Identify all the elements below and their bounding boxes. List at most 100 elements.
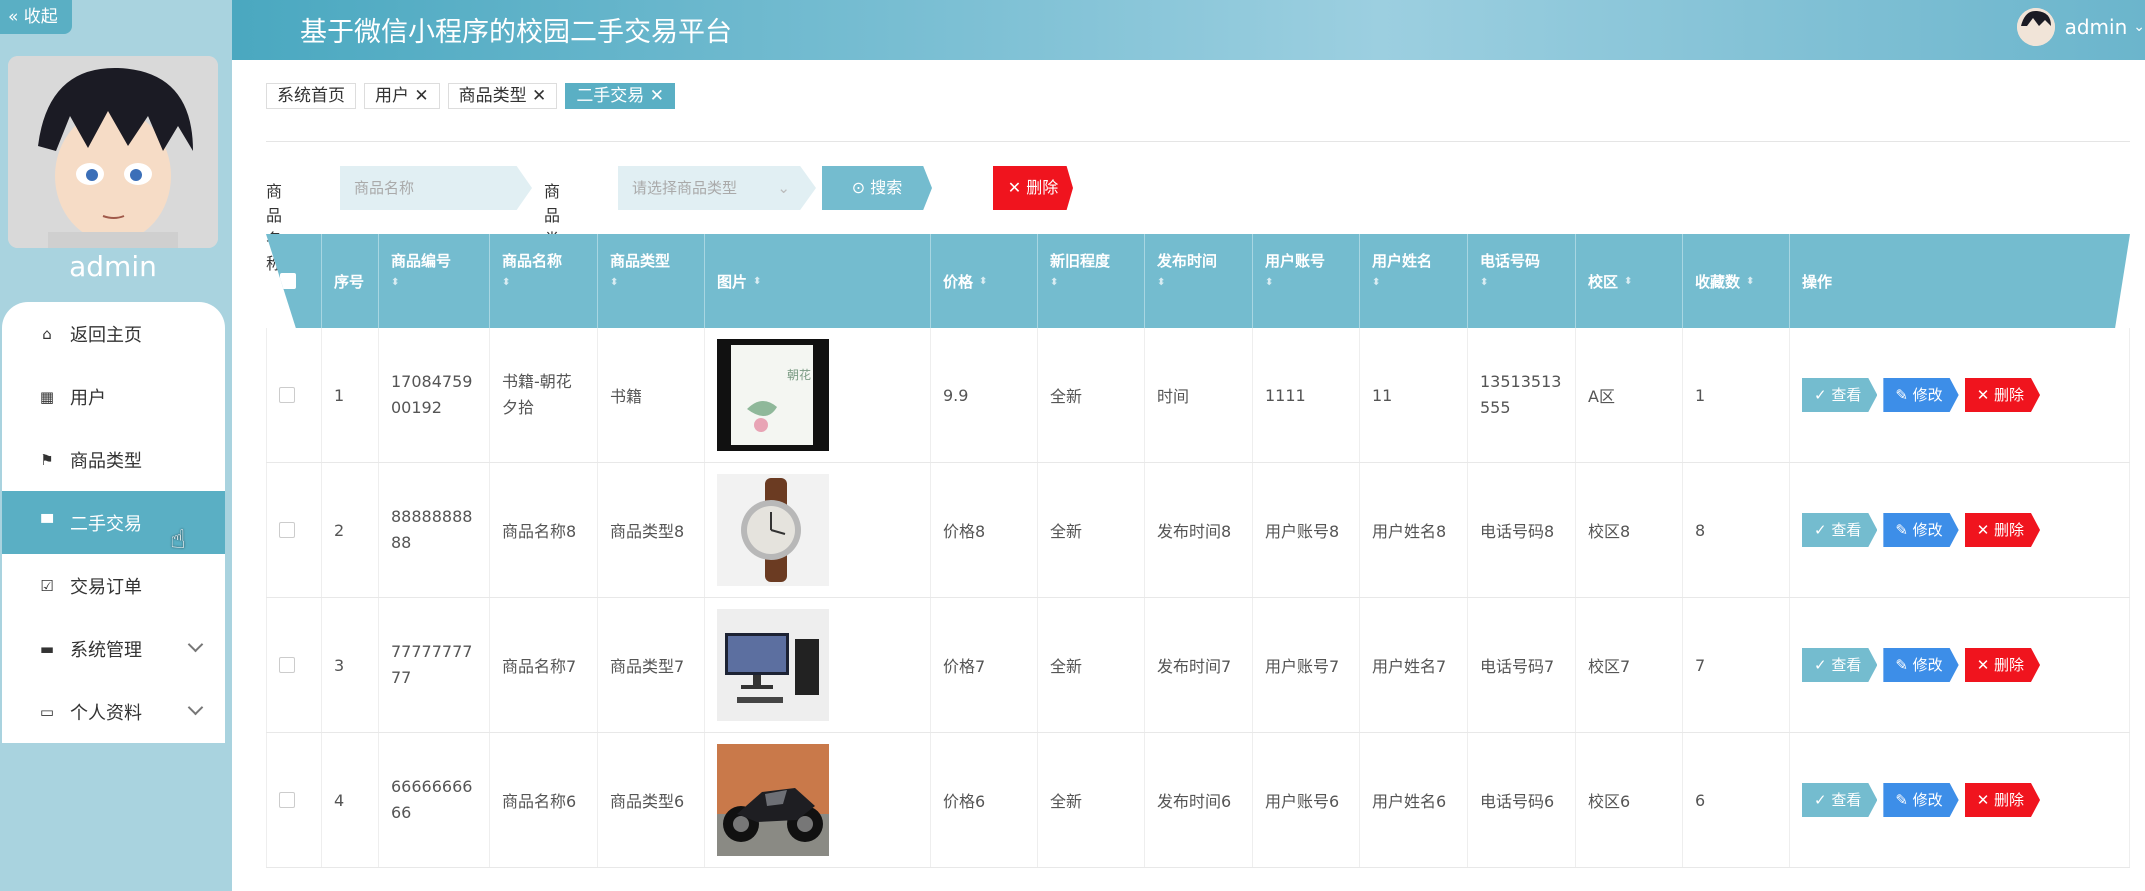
cell-image: [705, 598, 931, 732]
delete-button[interactable]: ✕ 删除: [1964, 378, 2041, 412]
home-icon: ⌂: [42, 324, 52, 343]
sidebar-username: admin: [69, 250, 157, 283]
sort-icon[interactable]: ⬍: [979, 276, 987, 287]
edit-button[interactable]: ✎ 修改: [1883, 648, 1959, 682]
edit-button[interactable]: ✎ 修改: [1883, 783, 1959, 817]
cell-image: [705, 463, 931, 597]
cell-name: 商品名称6: [490, 733, 598, 867]
cell-price: 价格6: [931, 733, 1038, 867]
grid-icon: ▦: [39, 387, 55, 406]
delete-button[interactable]: ✕ 删除: [1964, 513, 2041, 547]
product-image[interactable]: 朝花: [717, 339, 829, 451]
sidebar-item-product-types[interactable]: ⚑ 商品类型: [2, 428, 225, 491]
product-image[interactable]: [717, 474, 829, 586]
sort-icon[interactable]: ⬍: [1372, 277, 1455, 288]
cell-price: 9.9: [931, 328, 1038, 462]
user-menu[interactable]: admin ⌄: [2016, 8, 2145, 46]
bulk-delete-button[interactable]: ✕ 删除: [993, 166, 1073, 210]
view-button[interactable]: ✓ 查看: [1802, 783, 1878, 817]
page-title: 基于微信小程序的校园二手交易平台: [300, 17, 732, 48]
col-header[interactable]: 用户账号 ⬍: [1253, 234, 1360, 328]
view-button[interactable]: ✓ 查看: [1802, 648, 1878, 682]
sort-icon[interactable]: ⬍: [1624, 276, 1632, 287]
cell-campus: 校区6: [1576, 733, 1683, 867]
sidebar-item-home[interactable]: ⌂ 返回主页: [2, 302, 225, 365]
collapse-button[interactable]: « 收起: [0, 0, 72, 34]
sort-icon[interactable]: ⬍: [610, 277, 692, 288]
sort-icon[interactable]: ⬍: [391, 277, 477, 288]
checkbox[interactable]: [279, 792, 295, 808]
sort-icon[interactable]: ⬍: [1050, 277, 1132, 288]
col-header[interactable]: 收藏数 ⬍: [1683, 234, 1790, 328]
col-header[interactable]: 商品类型 ⬍: [598, 234, 705, 328]
checkbox[interactable]: [280, 273, 296, 289]
col-header[interactable]: 图片 ⬍: [705, 234, 931, 328]
table-header: 序号 商品编号 ⬍ 商品名称 ⬍ 商品类型 ⬍ 图片 ⬍ 价格 ⬍ 新旧程度 ⬍ 发布时间 ⬍…: [266, 234, 2130, 328]
col-header[interactable]: 校区 ⬍: [1576, 234, 1683, 328]
cell-price: 价格8: [931, 463, 1038, 597]
chevron-down-icon: ⌄: [777, 179, 790, 197]
cell-image: [705, 733, 931, 867]
type-select[interactable]: 请选择商品类型 ⌄: [618, 166, 816, 210]
cell-realname: 用户姓名6: [1360, 733, 1468, 867]
tab-home[interactable]: 系统首页: [266, 83, 356, 109]
col-header[interactable]: 商品编号 ⬍: [379, 234, 490, 328]
cell-price: 价格7: [931, 598, 1038, 732]
sidebar-item-users[interactable]: ▦ 用户: [2, 365, 225, 428]
name-search-input[interactable]: 商品名称: [340, 166, 532, 210]
sidebar-item-system[interactable]: ▬ 系统管理: [2, 617, 225, 680]
edit-button[interactable]: ✎ 修改: [1883, 513, 1959, 547]
cell-time: 发布时间7: [1145, 598, 1253, 732]
delete-button[interactable]: ✕ 删除: [1964, 648, 2041, 682]
cell-realname: 用户姓名8: [1360, 463, 1468, 597]
sidebar-item-orders[interactable]: ☑ 交易订单: [2, 554, 225, 617]
cell-type: 商品类型8: [598, 463, 705, 597]
cell-code: 1708475900192: [379, 328, 490, 462]
sort-icon[interactable]: ⬍: [753, 276, 761, 287]
cell-campus: A区: [1576, 328, 1683, 462]
row-checkbox-cell[interactable]: [266, 733, 322, 867]
sidebar-item-second-hand[interactable]: ▀ 二手交易: [2, 491, 225, 554]
row-checkbox-cell[interactable]: [266, 598, 322, 732]
tab-second-hand[interactable]: 二手交易 ✕: [565, 83, 675, 109]
select-all-checkbox[interactable]: [266, 234, 322, 328]
top-header: 基于微信小程序的校园二手交易平台 admin ⌄: [232, 0, 2145, 60]
checkbox[interactable]: [279, 657, 295, 673]
col-header[interactable]: 电话号码 ⬍: [1468, 234, 1576, 328]
delete-button[interactable]: ✕ 删除: [1964, 783, 2041, 817]
sort-icon[interactable]: ⬍: [1265, 277, 1347, 288]
checkbox[interactable]: [279, 522, 295, 538]
sort-icon[interactable]: ⬍: [1746, 276, 1754, 287]
row-checkbox-cell[interactable]: [266, 328, 322, 462]
product-image[interactable]: [717, 609, 829, 721]
col-header[interactable]: 新旧程度 ⬍: [1038, 234, 1145, 328]
col-header[interactable]: 价格 ⬍: [931, 234, 1038, 328]
cell-ops: ✓ 查看 ✎ 修改 ✕ 删除: [1790, 598, 2130, 732]
sort-icon[interactable]: ⬍: [502, 277, 585, 288]
cell-no: 3: [322, 598, 379, 732]
view-button[interactable]: ✓ 查看: [1802, 513, 1878, 547]
cell-account: 用户账号7: [1253, 598, 1360, 732]
row-checkbox-cell[interactable]: [266, 463, 322, 597]
col-header: 操作: [1802, 272, 1833, 291]
sidebar-item-label: 返回主页: [70, 324, 142, 346]
tab-bar: 系统首页 用户 ✕ 商品类型 ✕ 二手交易 ✕: [266, 83, 683, 109]
sidebar-item-profile[interactable]: ▭ 个人资料: [2, 680, 225, 743]
cell-condition: 全新: [1038, 328, 1145, 462]
col-header[interactable]: 发布时间 ⬍: [1145, 234, 1253, 328]
col-header[interactable]: 商品名称 ⬍: [490, 234, 598, 328]
view-button[interactable]: ✓ 查看: [1802, 378, 1878, 412]
sort-icon[interactable]: ⬍: [1157, 277, 1240, 288]
clipboard-icon: ☑: [40, 576, 54, 595]
edit-button[interactable]: ✎ 修改: [1883, 378, 1959, 412]
col-header[interactable]: 用户姓名 ⬍: [1360, 234, 1468, 328]
cell-type: 商品类型6: [598, 733, 705, 867]
search-button[interactable]: ⊙ 搜索: [822, 166, 932, 210]
tab-users[interactable]: 用户 ✕: [364, 83, 440, 109]
chevron-down-icon: ⌄: [2133, 19, 2145, 35]
cell-fav: 1: [1683, 328, 1790, 462]
sort-icon[interactable]: ⬍: [1480, 277, 1563, 288]
checkbox[interactable]: [279, 387, 295, 403]
product-image[interactable]: [717, 744, 829, 856]
tab-product-types[interactable]: 商品类型 ✕: [447, 83, 558, 109]
